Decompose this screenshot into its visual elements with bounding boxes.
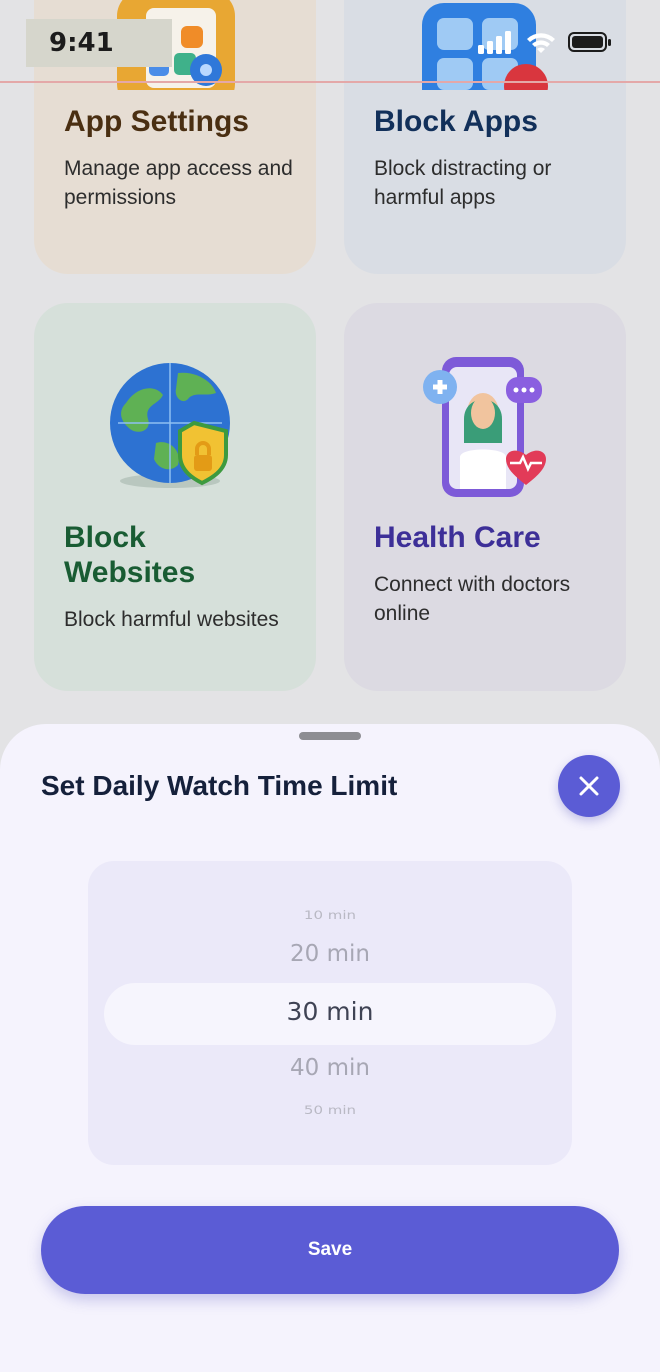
status-divider [0, 81, 660, 83]
picker-option[interactable]: 40 min [88, 1055, 572, 1081]
picker-option-selected[interactable]: 30 min [88, 997, 572, 1026]
close-icon [579, 776, 599, 796]
time-limit-picker[interactable]: 10 min 20 min 30 min 40 min 50 min [88, 861, 572, 1165]
picker-option[interactable]: 20 min [88, 941, 572, 967]
card-description: Manage app access and permissions [64, 157, 293, 209]
sheet-grabber[interactable] [299, 732, 361, 740]
card-title: Health Care [374, 521, 541, 554]
card-title: Block Websites [64, 521, 196, 589]
picker-option[interactable]: 50 min [88, 1103, 572, 1117]
doctor-phone-icon [423, 357, 546, 497]
save-button[interactable]: Save [41, 1206, 619, 1294]
status-bar: 9:41 [0, 0, 660, 84]
status-time: 9:41 [26, 19, 172, 67]
picker-option[interactable]: 10 min [88, 908, 572, 922]
card-description: Block harmful websites [64, 608, 279, 631]
card-title: Block Apps [374, 105, 538, 138]
battery-icon [568, 32, 611, 52]
health-care-card[interactable]: Health Care Connect with doctors online [344, 303, 626, 691]
watch-time-sheet: Set Daily Watch Time Limit 10 min 20 min… [0, 724, 660, 1372]
globe-shield-icon [110, 363, 230, 488]
card-description: Connect with doctors online [374, 573, 571, 625]
block-websites-card[interactable]: Block Websites Block harmful websites [34, 303, 316, 691]
wifi-icon [527, 33, 555, 53]
card-title: App Settings [64, 105, 249, 138]
cellular-signal-icon [478, 31, 511, 54]
card-description: Block distracting or harmful apps [374, 157, 552, 209]
close-button[interactable] [558, 755, 620, 817]
sheet-title: Set Daily Watch Time Limit [41, 770, 398, 801]
status-icons [478, 30, 612, 54]
